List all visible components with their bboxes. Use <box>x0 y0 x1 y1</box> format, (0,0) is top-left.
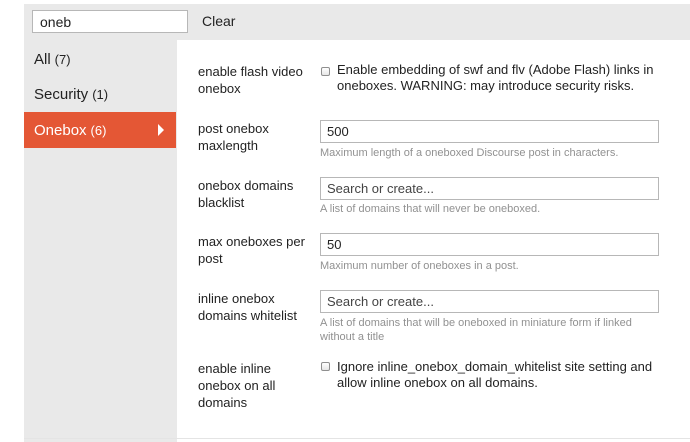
onebox-domains-blacklist-input[interactable] <box>320 177 659 200</box>
sidebar: All (7) Security (1) Onebox (6) <box>24 40 176 442</box>
post-onebox-maxlength-description: Maximum length of a oneboxed Discourse p… <box>320 147 619 159</box>
sidebar-item-count: (6) <box>90 122 107 138</box>
setting-label-max-oneboxes-per-post: max oneboxes per post <box>198 234 305 266</box>
post-onebox-maxlength-input[interactable] <box>320 120 659 143</box>
sidebar-item-all[interactable]: All (7) <box>24 41 176 77</box>
sidebar-item-label: Security <box>34 85 89 103</box>
sidebar-item-count: (1) <box>92 86 109 102</box>
sidebar-item-count: (7) <box>54 51 71 67</box>
enable-flash-video-onebox-checkbox[interactable] <box>321 67 330 76</box>
sidebar-item-label: All <box>34 50 51 68</box>
sidebar-item-label: Onebox <box>34 121 87 139</box>
enable-inline-onebox-on-all-domains-description: Ignore inline_onebox_domain_whitelist si… <box>337 359 653 390</box>
clear-button[interactable]: Clear <box>202 13 235 29</box>
sidebar-item-security[interactable]: Security (1) <box>24 76 176 112</box>
content-divider <box>176 40 177 442</box>
onebox-domains-blacklist-description: A list of domains that will never be one… <box>320 203 541 215</box>
setting-label-enable-inline-onebox-on-all-domains: enable inline onebox on all domains <box>198 361 276 410</box>
setting-label-onebox-domains-blacklist: onebox domains blacklist <box>198 178 294 210</box>
sidebar-item-onebox[interactable]: Onebox (6) <box>24 112 176 148</box>
setting-label-inline-onebox-domains-whitelist: inline onebox domains whitelist <box>198 291 297 323</box>
max-oneboxes-per-post-description: Maximum number of oneboxes in a post. <box>320 260 519 272</box>
setting-label-post-onebox-maxlength: post onebox maxlength <box>198 121 269 153</box>
enable-flash-video-onebox-description: Enable embedding of swf and flv (Adobe F… <box>337 62 654 93</box>
enable-inline-onebox-on-all-domains-checkbox[interactable] <box>321 362 330 371</box>
filter-input[interactable] <box>32 10 188 33</box>
chevron-right-icon <box>158 124 164 136</box>
setting-label-enable-flash-video-onebox: enable flash video onebox <box>198 64 303 96</box>
inline-onebox-domains-whitelist-description: A list of domains that will be oneboxed … <box>320 317 632 343</box>
bottom-divider <box>24 438 690 439</box>
inline-onebox-domains-whitelist-input[interactable] <box>320 290 659 313</box>
max-oneboxes-per-post-input[interactable] <box>320 233 659 256</box>
